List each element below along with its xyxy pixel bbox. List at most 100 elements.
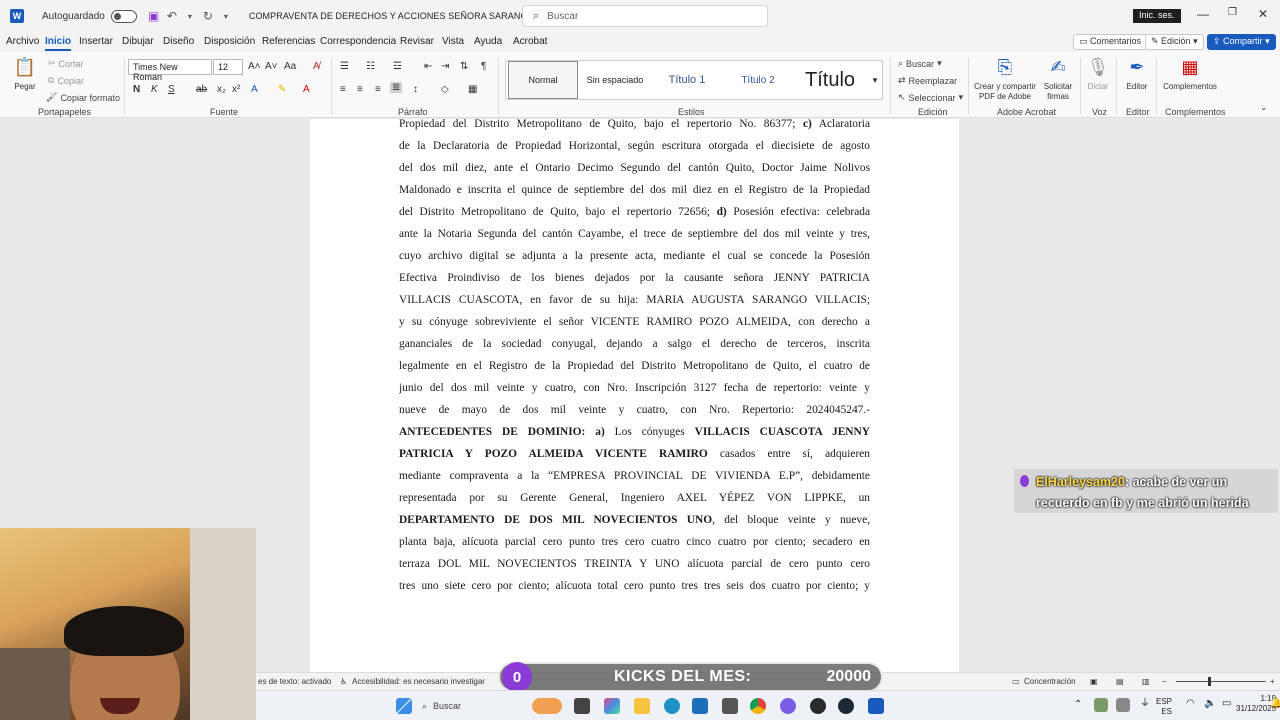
app-icon[interactable] (722, 698, 738, 714)
editing-mode-button[interactable]: ✎ Edición ▾ (1145, 34, 1204, 50)
task-view-icon[interactable] (574, 698, 590, 714)
tab-dibujar[interactable]: Dibujar (122, 36, 154, 47)
document-page[interactable]: Propiedad del Distrito Metropolitano de … (310, 119, 959, 672)
numbering-icon[interactable]: ☷ (366, 61, 375, 72)
language-indicator[interactable]: ESP ES (1156, 697, 1172, 717)
multilevel-list-icon[interactable]: ☲ (393, 61, 402, 72)
document-body[interactable]: Propiedad del Distrito Metropolitano de … (399, 119, 870, 597)
superscript-icon[interactable]: x² (232, 84, 240, 95)
redo-icon[interactable]: ↻ (199, 7, 217, 25)
shading-icon[interactable]: ◇ (441, 84, 449, 95)
document-line[interactable]: Maldonado e inscrita el quince de septie… (399, 179, 870, 201)
restore-icon[interactable]: ❐ (1228, 7, 1237, 18)
document-line[interactable]: DEPARTAMENTO DE DOS MIL NOVECIENTOS UNO,… (399, 509, 870, 531)
word-taskbar-icon[interactable] (868, 698, 884, 714)
style-no-spacing[interactable]: Sin espaciado (580, 61, 650, 99)
read-mode-icon[interactable]: ▣ (1090, 677, 1098, 686)
justify-icon[interactable]: ≣ (390, 82, 403, 93)
dictate-button[interactable]: 🎙 Dictar (1084, 56, 1112, 92)
store-icon[interactable] (692, 698, 708, 714)
comments-button[interactable]: ▭ Comentarios (1073, 34, 1148, 50)
document-line[interactable]: Propiedad del Distrito Metropolitano de … (399, 119, 870, 135)
style-heading-2[interactable]: Título 2 (724, 61, 792, 99)
styles-more-icon[interactable]: ▾ (868, 61, 882, 99)
tab-acrobat[interactable]: Acrobat (513, 36, 547, 47)
document-line[interactable]: y su cónyuge sobreviviente el señor VICE… (399, 311, 870, 333)
select-button[interactable]: ↖ Seleccionar ▾ (898, 92, 963, 103)
strikethrough-icon[interactable]: ab (196, 84, 207, 95)
document-line[interactable]: del dos mil diez, ante el Ontario Decimo… (399, 157, 870, 179)
document-line[interactable]: cuyo archivo digital se adjunta a la pre… (399, 245, 870, 267)
document-line[interactable]: Efectiva Proindiviso de los bienes dejad… (399, 267, 870, 289)
usb-icon[interactable]: ⏚ (1140, 699, 1150, 709)
bold-icon[interactable]: N (133, 84, 140, 95)
accessibility-status[interactable]: Accesibilidad: es necesario investigar (352, 677, 485, 686)
minimize-icon[interactable]: — (1197, 7, 1209, 21)
volume-icon[interactable]: 🔈 (1204, 699, 1216, 709)
change-case-icon[interactable]: Aa (284, 61, 296, 72)
sign-in-button[interactable]: Inic. ses. (1133, 9, 1181, 23)
edge-icon[interactable] (664, 698, 680, 714)
bullets-icon[interactable]: ☰ (340, 61, 349, 72)
battery-icon[interactable]: ▭ (1222, 699, 1231, 709)
underline-icon[interactable]: S (168, 84, 175, 95)
tab-correspondencia[interactable]: Correspondencia (320, 36, 396, 47)
grow-font-icon[interactable]: A˄ (248, 61, 261, 72)
document-line[interactable]: tres uno siete cero por ciento; alícuota… (399, 575, 870, 597)
chrome-icon[interactable] (750, 698, 766, 714)
decrease-indent-icon[interactable]: ⇤ (424, 61, 432, 72)
tab-inicio[interactable]: Inicio (45, 36, 72, 51)
copilot-icon[interactable] (604, 698, 620, 714)
document-line[interactable]: de la Declaratoria de Propiedad Horizont… (399, 135, 870, 157)
zoom-out-icon[interactable]: − (1162, 677, 1167, 686)
customize-toolbar-icon[interactable]: ▾ (217, 7, 235, 25)
search-box[interactable]: ⌕ Buscar (522, 5, 768, 27)
copy-button[interactable]: ⧉ Copiar (48, 75, 84, 86)
zoom-slider-track[interactable] (1176, 681, 1266, 682)
document-line[interactable]: PATRICIA Y POZO ALMEIDA VICENTE RAMIRO c… (399, 443, 870, 465)
document-line[interactable]: ANTECEDENTES DE DOMINIO: a) Los cónyuges… (399, 421, 870, 443)
document-line[interactable]: gananciales de la sociedad conyugal, dej… (399, 333, 870, 355)
tab-vista[interactable]: Vista (442, 36, 464, 47)
print-layout-icon[interactable]: ▤ (1116, 677, 1124, 686)
focus-mode-button[interactable]: Concentración (1024, 677, 1076, 686)
tab-ayuda[interactable]: Ayuda (474, 36, 502, 47)
align-left-icon[interactable]: ≡ (340, 84, 346, 95)
undo-icon[interactable]: ↶ (163, 7, 181, 25)
subscript-icon[interactable]: x₂ (217, 84, 226, 95)
format-painter-button[interactable]: 🖌 Copiar formato (46, 92, 120, 103)
document-line[interactable]: junio del dos mil veinte y cuatro, con N… (399, 377, 870, 399)
tray-chevron-up-icon[interactable]: ⌃ (1074, 700, 1082, 710)
align-right-icon[interactable]: ≡ (375, 84, 381, 95)
highlight-icon[interactable]: ✎ (278, 84, 286, 95)
windows-start-icon[interactable] (396, 698, 412, 714)
collapse-ribbon-icon[interactable]: ⌄ (1260, 102, 1268, 113)
discord-icon[interactable] (780, 698, 796, 714)
share-button[interactable]: ⇪ Compartir ▾ (1207, 34, 1276, 50)
document-line[interactable]: nueve de mayo de dos mil veinte y cuatro… (399, 399, 870, 421)
align-center-icon[interactable]: ≡ (357, 84, 363, 95)
show-marks-icon[interactable]: ¶ (481, 61, 486, 72)
paste-button[interactable]: 📋 Pegar (14, 56, 36, 92)
text-prediction-status[interactable]: es de texto: activado (258, 677, 331, 686)
file-explorer-icon[interactable] (634, 698, 650, 714)
increase-indent-icon[interactable]: ⇥ (441, 61, 449, 72)
web-layout-icon[interactable]: ▥ (1142, 677, 1150, 686)
borders-icon[interactable]: ▦ (468, 84, 477, 95)
widget-icon[interactable] (532, 698, 562, 714)
wifi-icon[interactable]: ◠ (1186, 699, 1195, 709)
clear-formatting-icon[interactable]: A̸ (313, 61, 320, 72)
undo-dropdown-icon[interactable]: ▾ (181, 7, 199, 25)
document-line[interactable]: ante la Notaria Segunda del cantón Cayam… (399, 223, 870, 245)
zoom-slider-thumb[interactable] (1208, 677, 1211, 686)
tab-referencias[interactable]: Referencias (262, 36, 315, 47)
font-size-select[interactable]: 12 (213, 59, 243, 75)
obs-icon[interactable] (810, 698, 826, 714)
sort-icon[interactable]: ⇅ (460, 61, 468, 72)
document-line[interactable]: del Distrito Metropolitano de Quito, baj… (399, 201, 870, 223)
style-normal[interactable]: Normal (508, 61, 578, 99)
autosave-toggle[interactable] (110, 9, 137, 23)
notifications-icon[interactable]: 🔔 (1270, 699, 1280, 709)
italic-icon[interactable]: K (151, 84, 158, 95)
text-effects-icon[interactable]: A (251, 84, 258, 95)
